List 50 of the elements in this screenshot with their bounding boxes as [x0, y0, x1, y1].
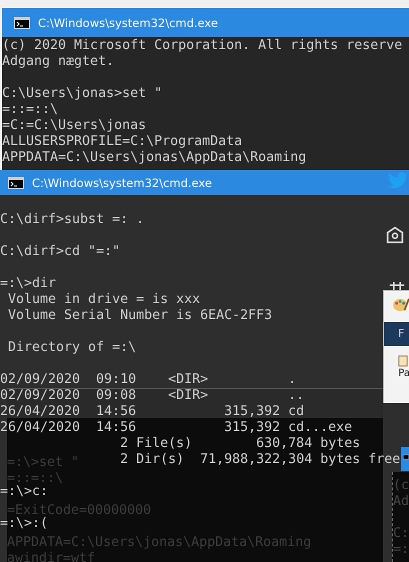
- panel-label[interactable]: Pa: [398, 368, 409, 379]
- file-name: cd: [288, 404, 304, 420]
- terminal-line: =:\>dir: [0, 275, 56, 292]
- terminal-line: C:\dirf>cd "=:": [0, 243, 120, 260]
- file-date: 26/04/2020: [0, 404, 80, 420]
- home-icon[interactable]: [386, 226, 404, 244]
- terminal-line: APPDATA=C:\Users\jonas\AppData\Roaming: [2, 150, 306, 166]
- terminal-line: =:\>:(: [0, 516, 48, 532]
- terminal-line: Volume in drive = is xxx: [7, 292, 200, 308]
- terminal-line: Adgang nægtet.: [2, 54, 114, 70]
- terminal-line: C:: [393, 526, 409, 542]
- byte-count: 630,784: [256, 436, 312, 452]
- terminal-line: ALLUSERSPROFILE=C:\ProgramData: [2, 134, 242, 150]
- directory-tag: <DIR>: [168, 372, 208, 388]
- hash-icon[interactable]: [388, 282, 406, 290]
- file-time: 14:56: [96, 420, 136, 436]
- terminal-line: =:: [393, 542, 409, 558]
- window-title: C:\Windows\system32\cmd.exe: [32, 176, 212, 190]
- clipboard-icon: [398, 354, 408, 368]
- file-size: 315,392: [224, 420, 280, 436]
- terminal-line: =C:=C:\Users\jonas: [2, 118, 146, 134]
- byte-count: 71,988,322,304: [200, 452, 312, 468]
- terminal-line: =::=::\: [7, 471, 64, 486]
- file-date: 02/09/2020: [0, 388, 80, 404]
- terminal-line: =::=::\: [2, 102, 58, 118]
- summary-count: 2 File(s): [120, 436, 192, 452]
- terminal-line: (c: [393, 478, 409, 494]
- terminal-line: Ad: [393, 494, 409, 510]
- palette-icon: [392, 298, 409, 312]
- file-date: 02/09/2020: [0, 372, 80, 388]
- terminal-line: (c) 2020 Microsoft Corporation. All rights reserve: [2, 38, 402, 54]
- file-name: ..: [288, 388, 304, 404]
- terminal-line: C:\dirf>subst =: .: [0, 211, 144, 228]
- file-name: .: [288, 372, 296, 388]
- panel-tab[interactable]: F: [384, 322, 409, 346]
- file-time: 09:08: [96, 388, 136, 404]
- terminal-line: =:\>c:: [0, 484, 48, 500]
- file-time: 14:56: [96, 404, 136, 420]
- file-size: 315,392: [224, 404, 280, 420]
- file-date: 26/04/2020: [0, 420, 80, 436]
- window-title: C:\Windows\system32\cmd.exe: [38, 16, 218, 30]
- terminal-line: C:\Users\jonas>set ": [2, 85, 162, 102]
- summary-count: 2 Dir(s): [120, 452, 184, 468]
- file-name: cd...exe: [288, 420, 352, 436]
- terminal-line: Directory of =:\: [7, 339, 136, 356]
- directory-tag: <DIR>: [168, 388, 208, 404]
- terminal-line: Volume Serial Number is 6EAC-2FF3: [7, 308, 272, 324]
- byte-unit: bytes free: [320, 452, 400, 468]
- byte-unit: bytes: [320, 436, 360, 452]
- file-time: 09:10: [96, 372, 136, 388]
